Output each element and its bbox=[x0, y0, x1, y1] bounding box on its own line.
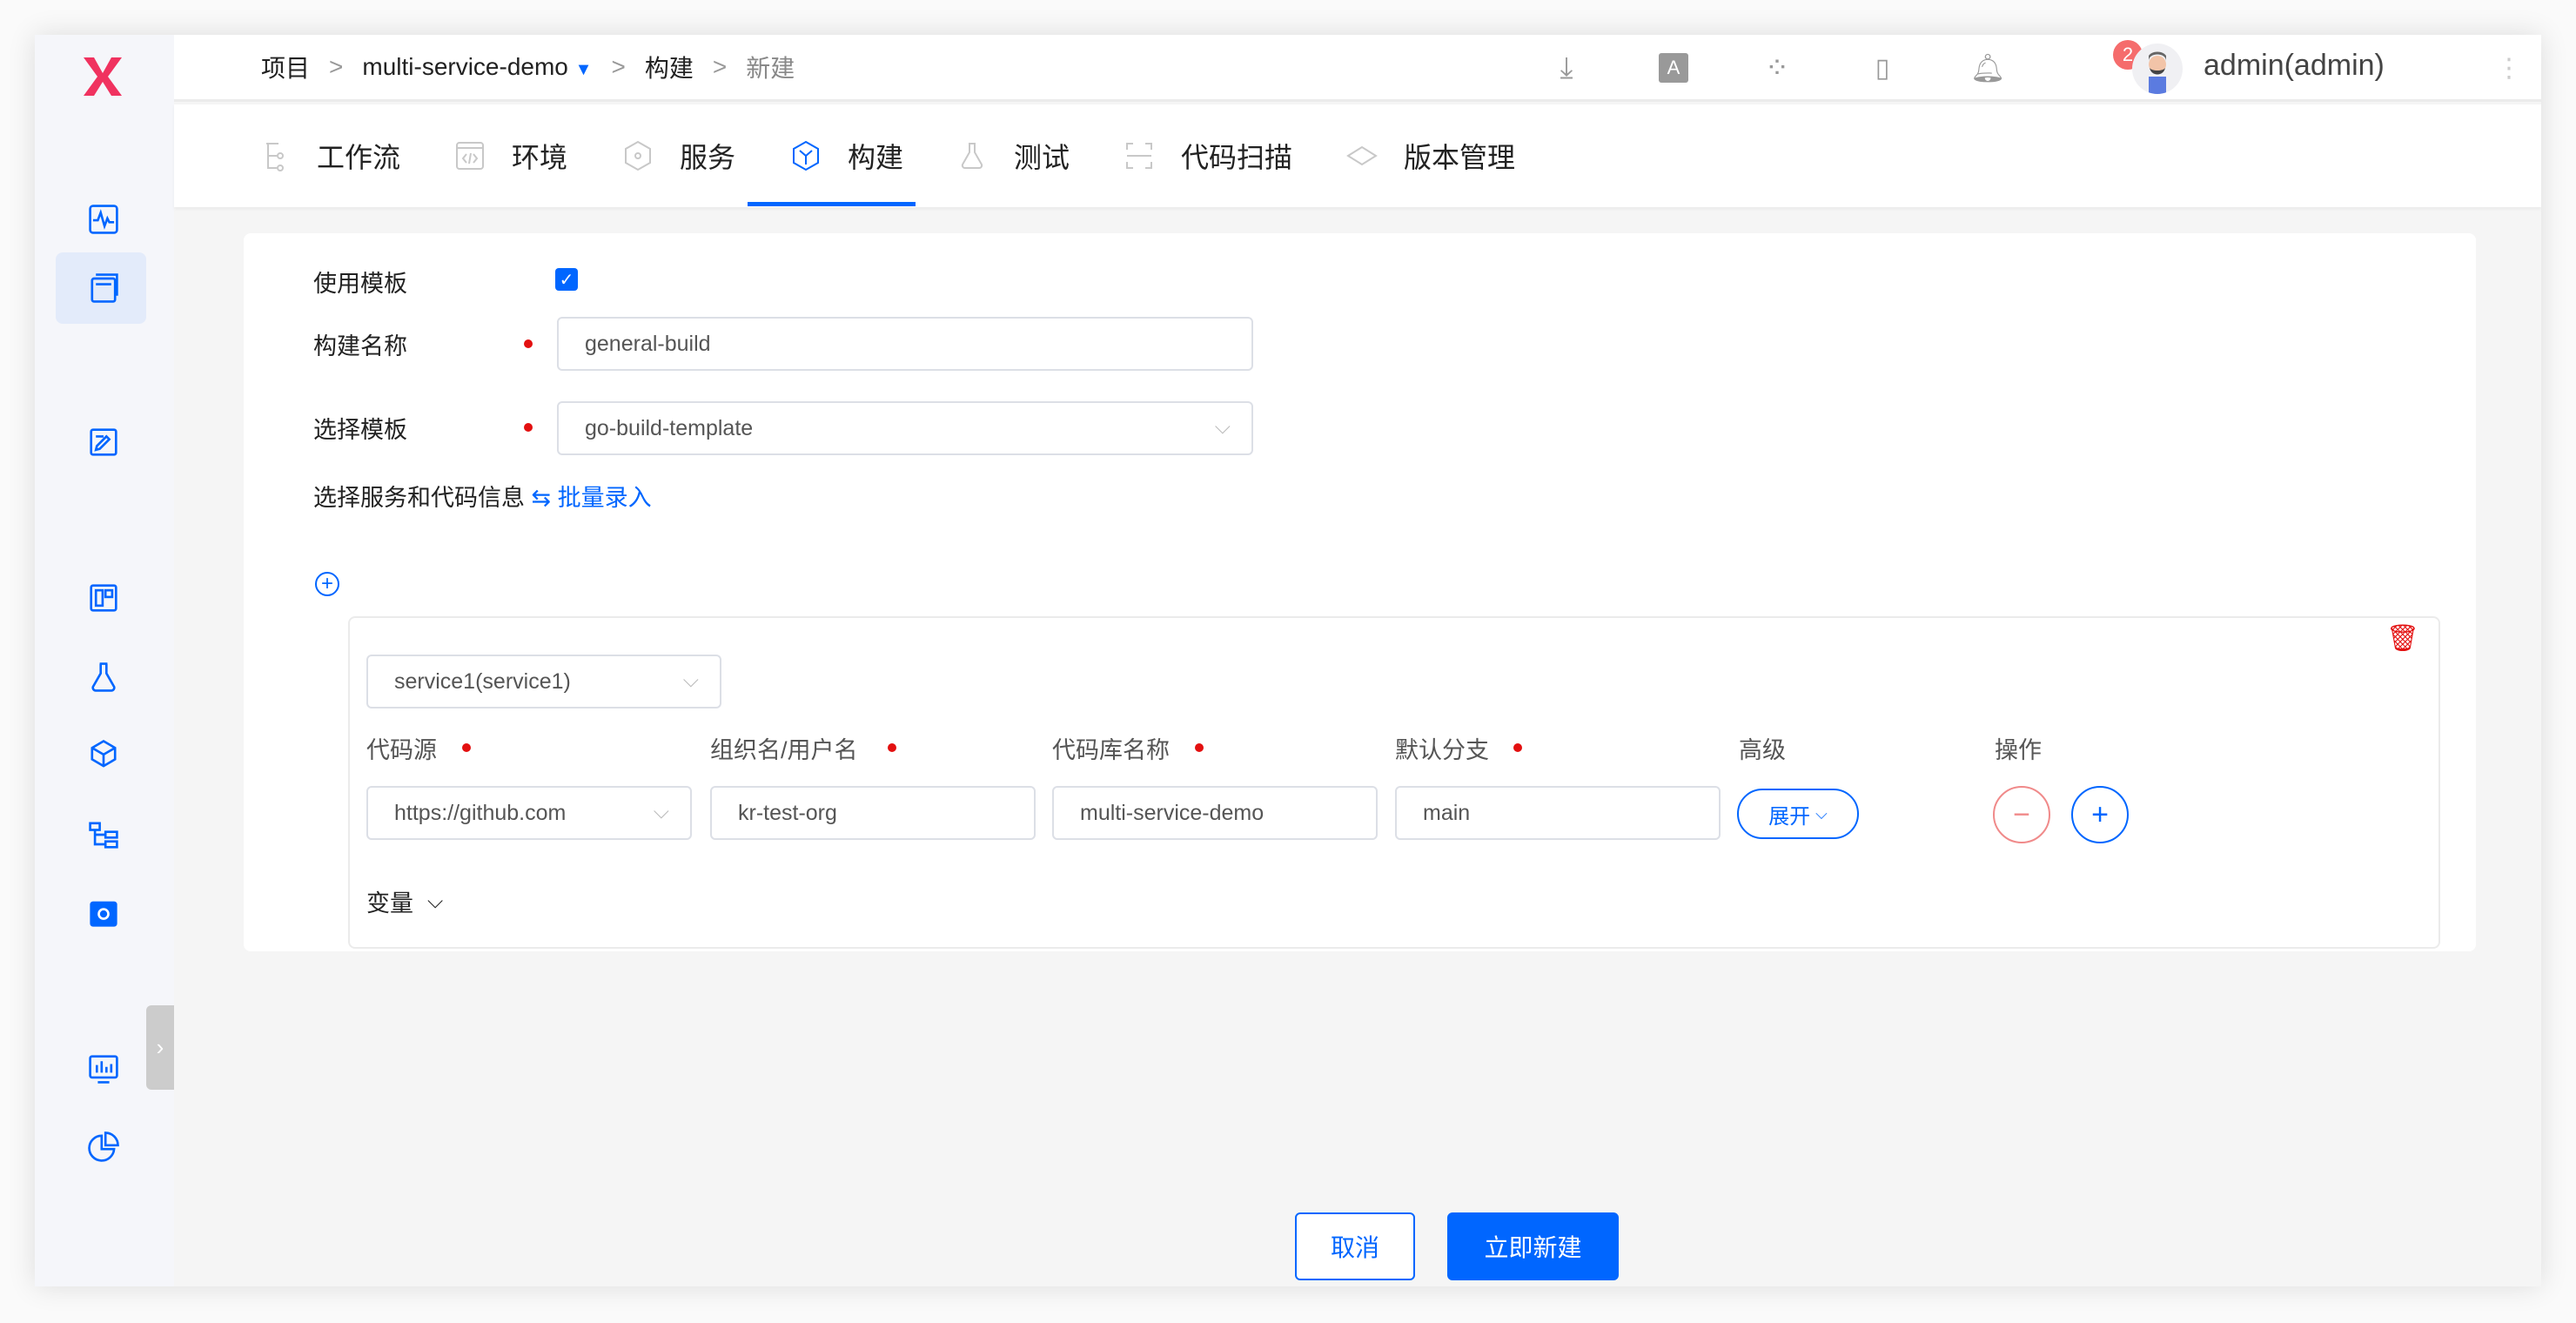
required-dot bbox=[462, 743, 471, 752]
batch-entry-link[interactable]: ⇆ 批量录入 bbox=[532, 485, 652, 511]
org-input[interactable]: kr-test-org bbox=[710, 786, 1036, 840]
tab-workflow[interactable]: 工作流 bbox=[258, 104, 400, 207]
col-source-label: 代码源 bbox=[366, 737, 437, 763]
sidebar-expand-handle[interactable]: › bbox=[146, 1005, 174, 1090]
remove-row-button[interactable]: − bbox=[1993, 786, 2050, 843]
breadcrumb-section[interactable]: 构建 bbox=[645, 50, 694, 84]
sidebar-package-icon[interactable] bbox=[78, 730, 129, 781]
sidebar: › bbox=[35, 35, 174, 1286]
chevron-down-icon: ⌵ bbox=[427, 889, 444, 913]
network-icon[interactable]: ⁘ bbox=[1760, 50, 1794, 85]
active-tab-indicator bbox=[748, 202, 916, 206]
use-template-checkbox[interactable]: ✓ bbox=[555, 268, 578, 291]
breadcrumb-current: 新建 bbox=[746, 55, 795, 82]
col-ops-label: 操作 bbox=[1995, 737, 2042, 763]
top-header: 项目 > multi-service-demo ▼ > 构建 > 新建 ⤓ A … bbox=[174, 35, 2541, 102]
template-select[interactable]: go-build-template ⌵ bbox=[557, 401, 1253, 455]
breadcrumb-project[interactable]: multi-service-demo ▼ bbox=[362, 53, 592, 81]
breadcrumb: 项目 > multi-service-demo ▼ > 构建 > 新建 bbox=[261, 50, 795, 84]
logo bbox=[80, 54, 125, 99]
create-button[interactable]: 立即新建 bbox=[1447, 1212, 1619, 1280]
translate-icon[interactable]: A bbox=[1656, 50, 1691, 85]
breadcrumb-root[interactable]: 项目 bbox=[261, 50, 310, 84]
avatar[interactable] bbox=[2132, 44, 2183, 94]
service-config-box: 🗑︎ service1(service1) ⌵ 代码源 组织名/用户名 代码库名称… bbox=[348, 616, 2440, 949]
tab-environment[interactable]: 环境 bbox=[453, 104, 567, 207]
branch-input[interactable]: main bbox=[1395, 786, 1721, 840]
sidebar-test-icon[interactable] bbox=[78, 652, 129, 702]
sidebar-settings-icon[interactable] bbox=[78, 888, 129, 938]
add-service-button[interactable]: + bbox=[315, 572, 339, 596]
col-advanced-label: 高级 bbox=[1739, 737, 1786, 763]
required-dot bbox=[524, 423, 533, 432]
cancel-button[interactable]: 取消 bbox=[1295, 1212, 1415, 1280]
template-label: 选择模板 bbox=[313, 417, 407, 443]
expand-advanced-button[interactable]: 展开 ⌵ bbox=[1737, 789, 1859, 839]
diamond-icon bbox=[1346, 145, 1378, 166]
chevron-down-icon: ⌵ bbox=[653, 800, 669, 823]
build-form-card: 使用模板 ✓ 构建名称 general-build 选择模板 go-build-… bbox=[244, 233, 2476, 951]
chevron-down-icon: ⌵ bbox=[1214, 415, 1231, 439]
service-info-label: 选择服务和代码信息 ⇆ 批量录入 bbox=[313, 485, 652, 511]
sidebar-pie-icon[interactable] bbox=[78, 1122, 129, 1172]
tab-code-scan[interactable]: 代码扫描 bbox=[1122, 104, 1292, 207]
tab-test[interactable]: 测试 bbox=[955, 104, 1070, 207]
code-window-icon bbox=[456, 142, 484, 170]
build-icon bbox=[793, 140, 819, 171]
workflow-icon bbox=[266, 143, 284, 171]
tab-service[interactable]: 服务 bbox=[621, 104, 735, 207]
col-repo-label: 代码库名称 bbox=[1052, 737, 1170, 763]
add-row-button[interactable]: + bbox=[2071, 786, 2129, 843]
variables-toggle[interactable]: 变量 ⌵ bbox=[366, 884, 443, 918]
chevron-down-icon: ⌵ bbox=[1815, 804, 1828, 823]
sidebar-tree-icon[interactable] bbox=[78, 809, 129, 860]
col-branch-label: 默认分支 bbox=[1395, 737, 1489, 763]
code-source-select[interactable]: https://github.com ⌵ bbox=[366, 786, 692, 840]
download-icon[interactable]: ⤓ bbox=[1549, 50, 1584, 85]
sidebar-chart-icon[interactable] bbox=[78, 1044, 129, 1094]
app-window: › 项目 > multi-service-demo ▼ > 构建 > 新建 ⤓ … bbox=[35, 35, 2541, 1286]
delete-icon[interactable]: 🗑︎ bbox=[2386, 623, 2419, 654]
service-icon bbox=[625, 140, 651, 171]
sidebar-edit-icon[interactable] bbox=[78, 417, 129, 467]
service-select[interactable]: service1(service1) ⌵ bbox=[366, 655, 721, 709]
build-name-label: 构建名称 bbox=[313, 333, 407, 359]
docs-icon[interactable]: ▯ bbox=[1865, 50, 1900, 85]
repo-input[interactable]: multi-service-demo bbox=[1052, 786, 1378, 840]
build-name-input[interactable]: general-build bbox=[557, 317, 1253, 371]
sidebar-dashboard-icon[interactable] bbox=[78, 573, 129, 623]
user-name[interactable]: admin(admin) bbox=[2204, 49, 2385, 83]
sidebar-monitor-icon[interactable] bbox=[78, 194, 129, 245]
tab-version[interactable]: 版本管理 bbox=[1345, 104, 1515, 207]
chevron-down-icon: ⌵ bbox=[682, 668, 699, 692]
sidebar-pm-icon[interactable] bbox=[78, 263, 129, 313]
required-dot bbox=[1195, 743, 1204, 752]
col-org-label: 组织名/用户名 bbox=[710, 737, 858, 763]
bell-icon[interactable]: 🔔︎ bbox=[1970, 50, 2006, 85]
use-template-label: 使用模板 bbox=[313, 271, 407, 297]
caret-down-icon: ▼ bbox=[574, 60, 593, 79]
tab-build[interactable]: 构建 bbox=[788, 104, 903, 207]
required-dot bbox=[524, 339, 533, 348]
flask-icon bbox=[961, 143, 983, 169]
required-dot bbox=[888, 743, 896, 752]
module-tabs: 工作流 环境 服务 构建 测试 代码扫描 版本管理 bbox=[174, 104, 2541, 207]
scan-icon bbox=[1126, 143, 1152, 169]
required-dot bbox=[1513, 743, 1522, 752]
more-vertical-icon[interactable]: ⋮ bbox=[2492, 50, 2526, 85]
